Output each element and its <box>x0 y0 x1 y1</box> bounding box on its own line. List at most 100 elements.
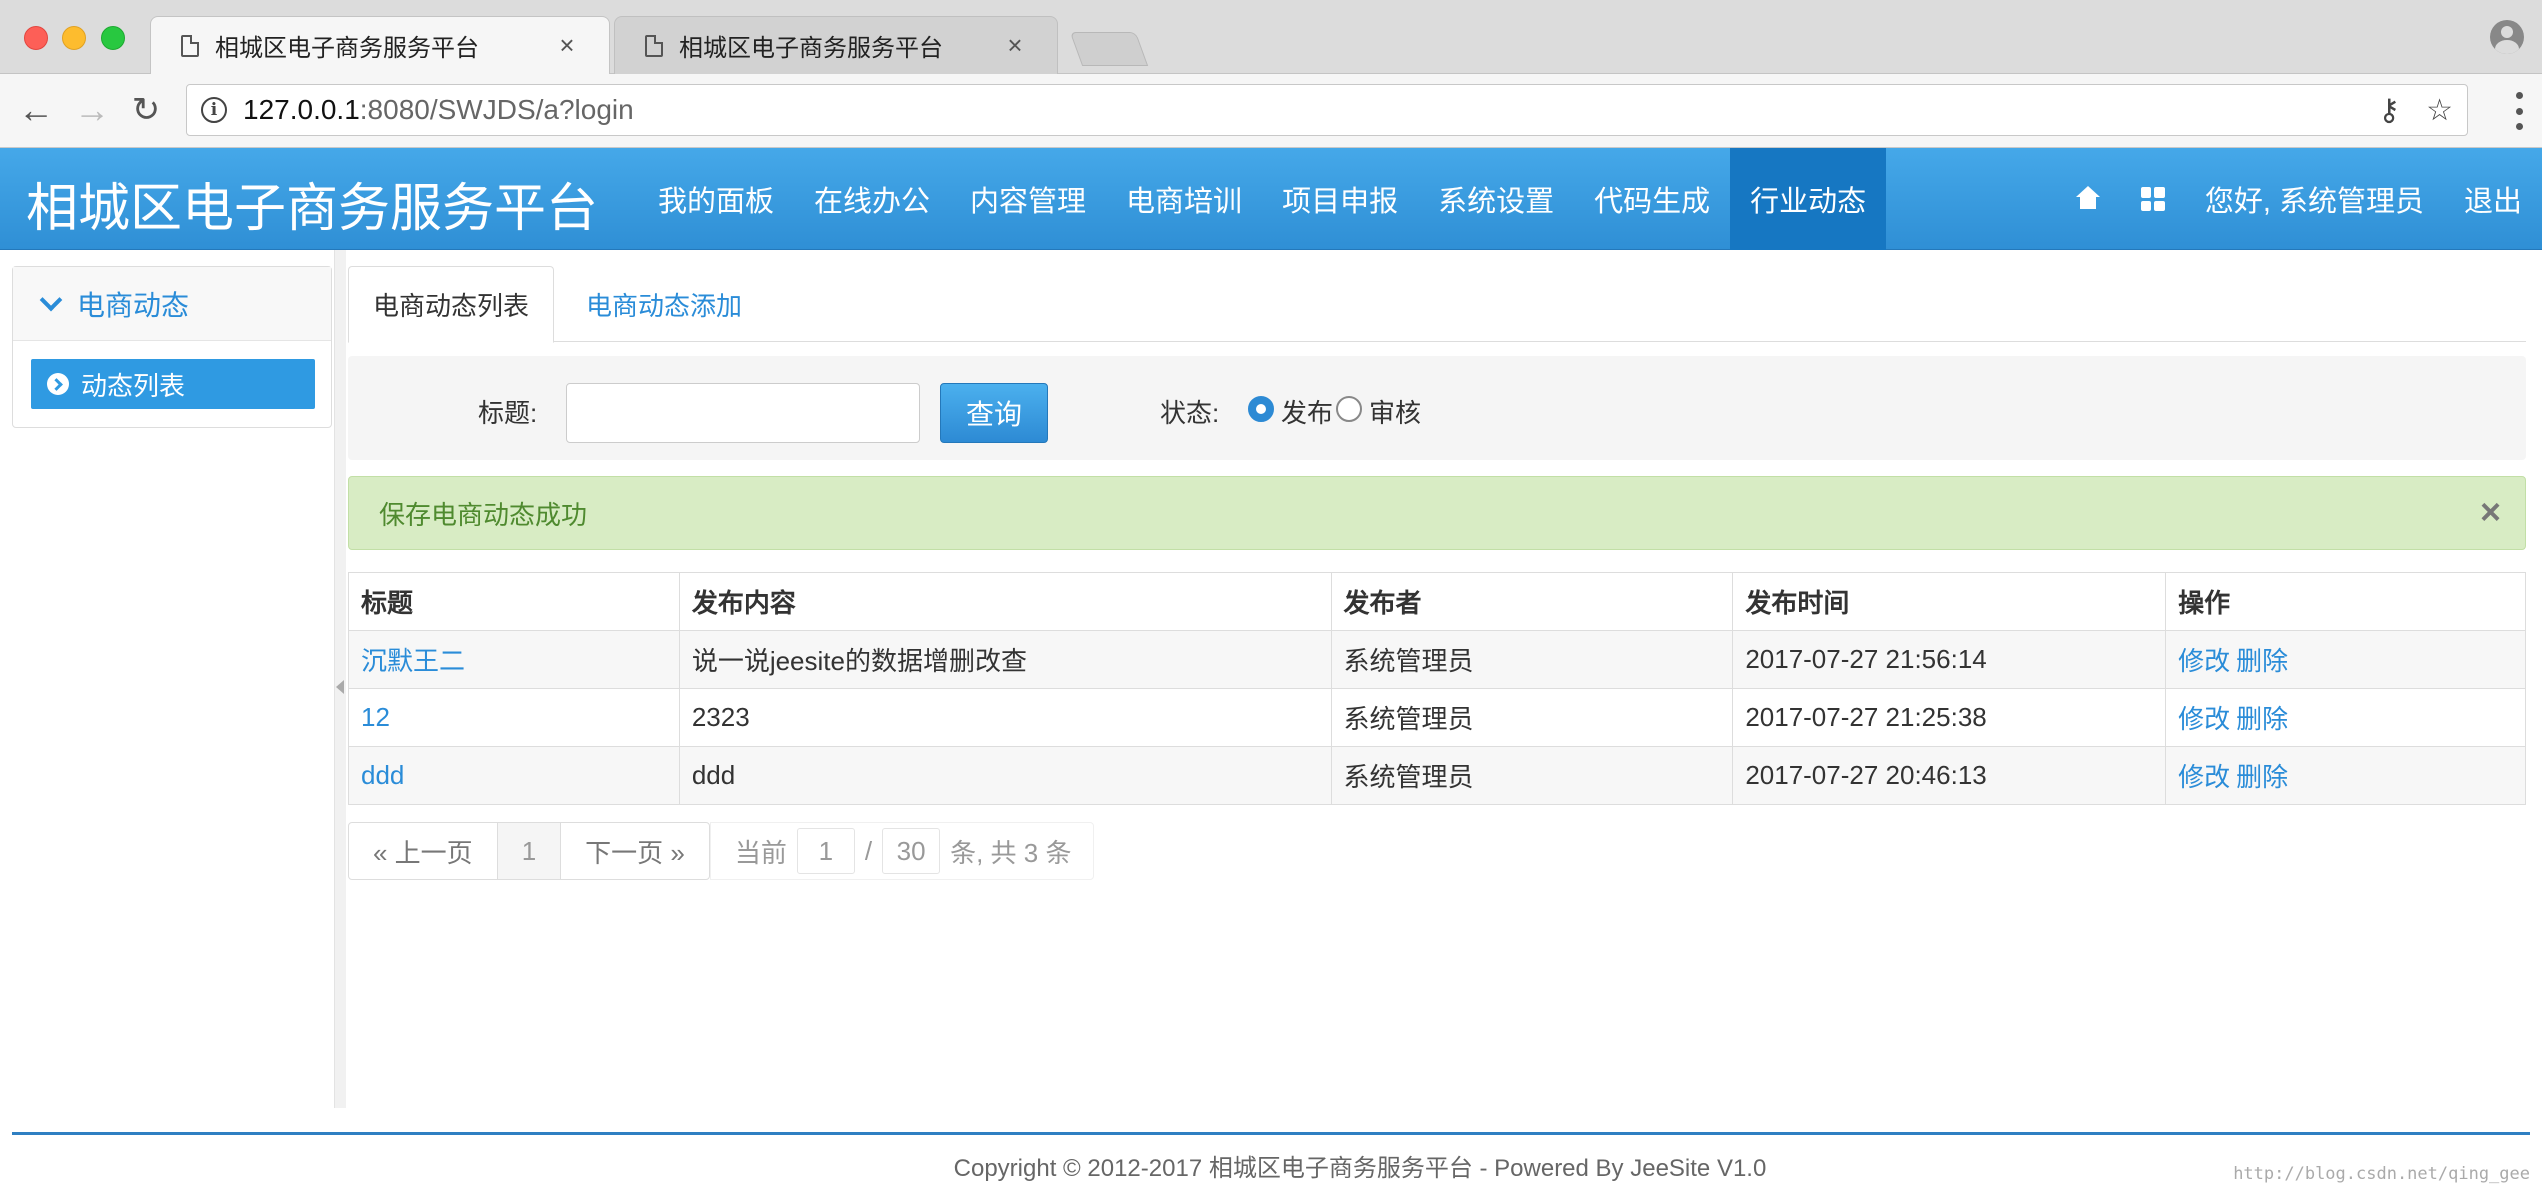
page-size-input[interactable]: 30 <box>882 828 941 874</box>
forward-button[interactable]: → <box>70 88 114 132</box>
table-row: 12 2323 系统管理员 2017-07-27 21:25:38 修改 删除 <box>348 688 2526 747</box>
browser-tab[interactable]: 相城区电子商务服务平台 × <box>614 16 1058 74</box>
sidebar-group-label: 电商动态 <box>77 289 190 321</box>
pager-total: 条, 共 3 条 <box>950 837 1072 868</box>
cell-content: ddd <box>678 746 1332 805</box>
cell-content: 说一说jeesite的数据增删改查 <box>678 630 1332 689</box>
bookmark-star-icon[interactable]: ☆ <box>2426 93 2453 128</box>
sidebar-item-label: 动态列表 <box>81 370 186 401</box>
next-page-button[interactable]: 下一页 » <box>560 822 710 880</box>
pager-current-label: 当前 <box>734 837 787 868</box>
cell-actions: 修改 删除 <box>2165 746 2526 805</box>
status-label: 状态: <box>1160 398 1220 428</box>
news-table: 标题 发布内容 发布者 发布时间 操作 沉默王二 说一说jeesite的数据增删… <box>348 572 2526 805</box>
nav-item-content[interactable]: 内容管理 <box>950 148 1106 250</box>
url-path: :8080/SWJDS/a?login <box>359 94 634 125</box>
document-icon <box>645 34 663 57</box>
current-page-input[interactable]: 1 <box>796 828 855 874</box>
grid-icon <box>2140 187 2165 211</box>
profile-icon[interactable] <box>2490 20 2524 54</box>
apps-button[interactable] <box>2121 148 2185 250</box>
logout-link[interactable]: 退出 <box>2444 148 2542 250</box>
user-greeting[interactable]: 您好, 系统管理员 <box>2185 148 2444 250</box>
browser-tab-active[interactable]: 相城区电子商务服务平台 × <box>150 16 610 74</box>
query-button[interactable]: 查询 <box>940 383 1048 443</box>
home-button[interactable] <box>2055 148 2121 250</box>
pagination: « 上一页 1 下一页 » 当前 1 / 30 条, 共 3 条 <box>348 822 1095 880</box>
cell-title: 沉默王二 <box>348 630 680 689</box>
browser-tab-title: 相城区电子商务服务平台 <box>679 35 943 62</box>
nav-item-codegen[interactable]: 代码生成 <box>1574 148 1730 250</box>
success-alert: 保存电商动态成功 × <box>348 476 2526 550</box>
pager-info: 当前 1 / 30 条, 共 3 条 <box>709 822 1095 880</box>
column-header-actions: 操作 <box>2165 572 2526 631</box>
info-icon[interactable]: i <box>201 97 227 123</box>
column-header-title: 标题 <box>348 572 680 631</box>
maximize-window-button[interactable] <box>101 26 125 50</box>
row-title-link[interactable]: 沉默王二 <box>361 646 465 676</box>
nav-item-dashboard[interactable]: 我的面板 <box>638 148 794 250</box>
watermark: http://blog.csdn.net/qing_gee <box>2233 1164 2530 1184</box>
nav-item-industry-news[interactable]: 行业动态 <box>1730 148 1887 250</box>
nav-item-training[interactable]: 电商培训 <box>1106 148 1262 250</box>
close-icon[interactable]: × <box>2480 491 2501 533</box>
tab-close-icon[interactable]: × <box>1003 30 1027 61</box>
delete-link[interactable]: 删除 <box>2236 704 2288 734</box>
chevron-down-icon <box>39 288 63 311</box>
reload-button[interactable]: ↻ <box>124 88 168 132</box>
edit-link[interactable]: 修改 <box>2178 646 2230 676</box>
status-option-review[interactable]: 审核 <box>1369 393 1421 430</box>
main-nav: 我的面板 在线办公 内容管理 电商培训 项目申报 系统设置 代码生成 行业动态 <box>638 148 1887 250</box>
home-icon <box>2075 186 2101 210</box>
browser-menu-icon[interactable] <box>2516 92 2524 130</box>
back-button[interactable]: ← <box>14 88 58 132</box>
browser-tab-strip: 相城区电子商务服务平台 × 相城区电子商务服务平台 × <box>0 0 2542 74</box>
alert-message: 保存电商动态成功 <box>379 499 588 530</box>
delete-link[interactable]: 删除 <box>2236 646 2288 676</box>
sidebar-splitter[interactable] <box>334 250 346 1108</box>
cell-title: ddd <box>348 746 680 805</box>
status-radio-published[interactable] <box>1248 396 1274 422</box>
status-radio-review[interactable] <box>1336 396 1362 422</box>
tab-news-add[interactable]: 电商动态添加 <box>586 266 742 342</box>
collapse-arrow-icon[interactable] <box>336 680 344 694</box>
table-row: 沉默王二 说一说jeesite的数据增删改查 系统管理员 2017-07-27 … <box>348 630 2526 689</box>
browser-toolbar: ← → ↻ i 127.0.0.1:8080/SWJDS/a?login ⚷ ☆ <box>0 74 2542 148</box>
row-title-link[interactable]: 12 <box>361 702 390 732</box>
new-tab-button[interactable] <box>1069 32 1149 66</box>
delete-link[interactable]: 删除 <box>2236 762 2288 792</box>
column-header-author: 发布者 <box>1330 572 1734 631</box>
close-window-button[interactable] <box>24 26 48 50</box>
column-header-content: 发布内容 <box>678 572 1332 631</box>
prev-page-button[interactable]: « 上一页 <box>348 822 498 880</box>
row-title-link[interactable]: ddd <box>361 760 404 790</box>
nav-item-online-office[interactable]: 在线办公 <box>794 148 950 250</box>
edit-link[interactable]: 修改 <box>2178 762 2230 792</box>
status-option-published[interactable]: 发布 <box>1281 393 1333 430</box>
column-header-time: 发布时间 <box>1732 572 2167 631</box>
brand-title[interactable]: 相城区电子商务服务平台 <box>26 166 598 241</box>
cell-author: 系统管理员 <box>1330 746 1734 805</box>
cell-time: 2017-07-27 21:25:38 <box>1732 688 2167 747</box>
title-label: 标题: <box>478 398 538 428</box>
sidebar: 电商动态 动态列表 <box>12 266 332 428</box>
tab-close-icon[interactable]: × <box>555 30 579 61</box>
table-row: ddd ddd 系统管理员 2017-07-27 20:46:13 修改 删除 <box>348 746 2526 805</box>
cell-actions: 修改 删除 <box>2165 688 2526 747</box>
cell-author: 系统管理员 <box>1330 688 1734 747</box>
minimize-window-button[interactable] <box>62 26 86 50</box>
user-nav: 您好, 系统管理员 退出 <box>2055 148 2542 250</box>
title-search-input[interactable] <box>566 383 920 443</box>
key-icon[interactable]: ⚷ <box>2378 93 2400 128</box>
sidebar-item-news-list[interactable]: 动态列表 <box>31 359 315 409</box>
nav-item-projects[interactable]: 项目申报 <box>1262 148 1418 250</box>
nav-item-settings[interactable]: 系统设置 <box>1418 148 1574 250</box>
edit-link[interactable]: 修改 <box>2178 704 2230 734</box>
sidebar-group-header[interactable]: 电商动态 <box>13 267 331 341</box>
table-header-row: 标题 发布内容 发布者 发布时间 操作 <box>348 572 2526 631</box>
cell-time: 2017-07-27 21:56:14 <box>1732 630 2167 689</box>
app-header: 相城区电子商务服务平台 我的面板 在线办公 内容管理 电商培训 项目申报 系统设… <box>0 148 2542 250</box>
address-bar[interactable]: i 127.0.0.1:8080/SWJDS/a?login ⚷ ☆ <box>186 84 2468 136</box>
tab-news-list[interactable]: 电商动态列表 <box>348 266 555 343</box>
page-1-button[interactable]: 1 <box>496 822 562 880</box>
